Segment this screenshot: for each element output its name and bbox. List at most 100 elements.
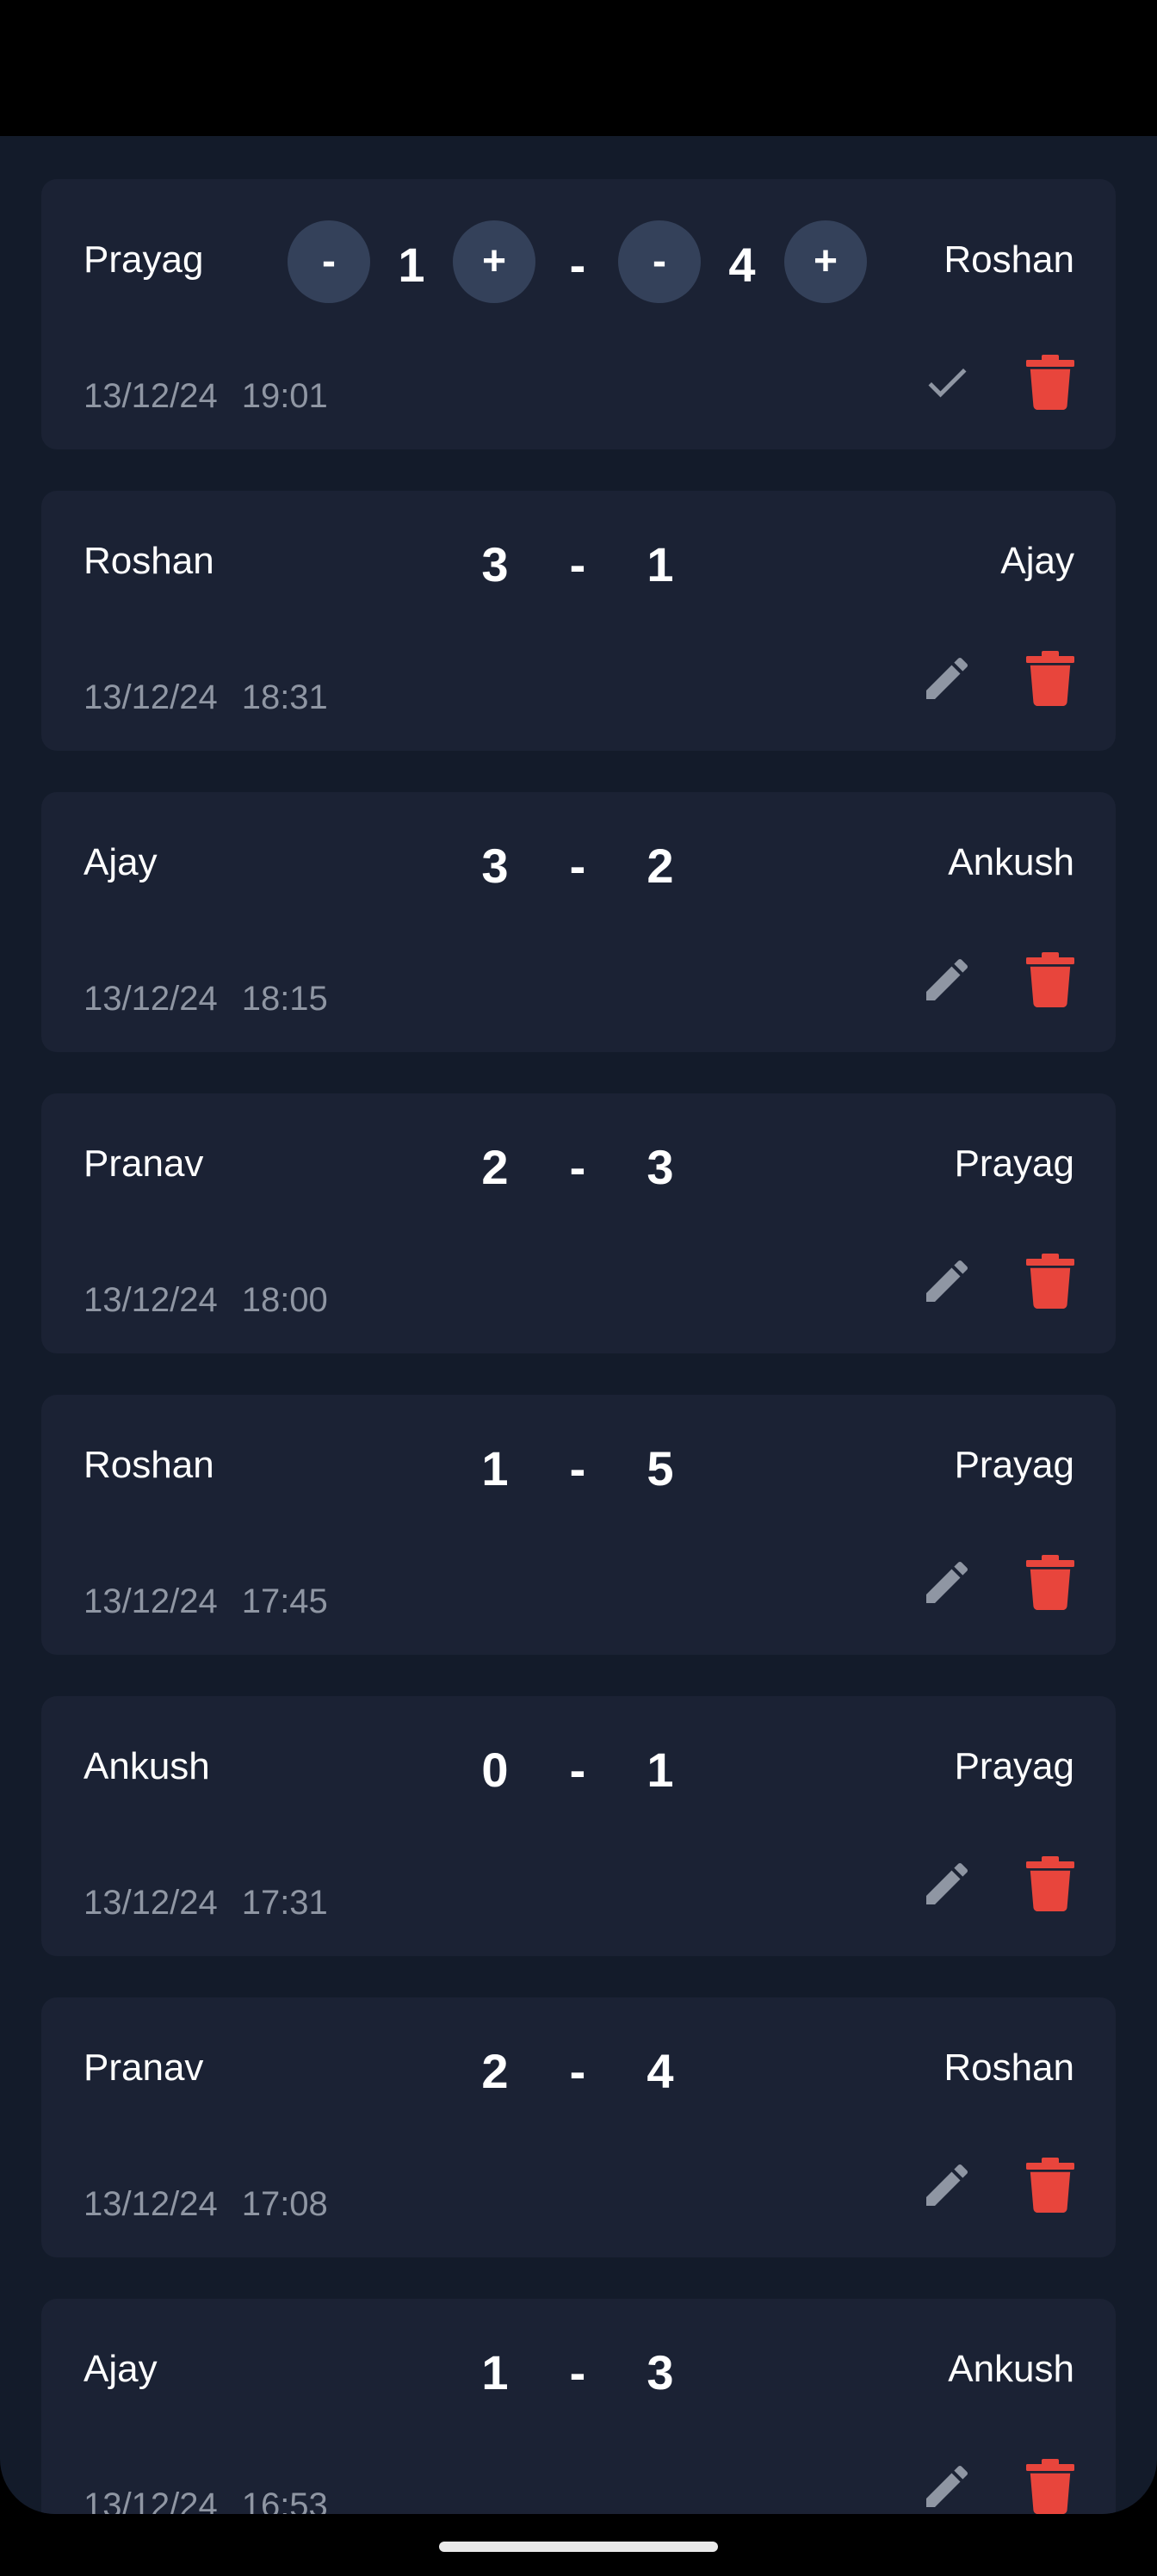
edit-match-button[interactable] [916,1853,978,1915]
player-left-name: Ajay [84,2348,158,2390]
trash-icon [1026,1856,1074,1911]
match-time: 16:53 [241,2486,328,2514]
match-time: 19:01 [241,377,328,415]
score-right: 2 [647,839,674,893]
player-left-name: Ajay [84,841,158,883]
match-card: Ankush 0 - 1 Prayag 13/12/24 17:31 [41,1696,1116,1956]
score-left: 1 [481,1441,509,1495]
match-date: 13/12/24 [84,1884,218,1922]
edit-match-button[interactable] [916,2455,978,2514]
score-left: 2 [481,1140,509,1194]
pencil-icon [926,1260,968,1302]
delete-match-button[interactable] [1019,2455,1081,2514]
pencil-icon [926,1862,968,1904]
score-left: 1 [481,2345,509,2400]
match-date: 13/12/24 [84,678,218,716]
match-card: Pranav 2 - 4 Roshan 13/12/24 17:08 [41,1997,1116,2257]
edit-match-button[interactable] [916,1250,978,1312]
match-datetime: 13/12/24 19:01 [84,379,352,413]
match-date: 13/12/24 [84,980,218,1018]
score-separator: - [569,2345,586,2400]
increment-right-score-button[interactable]: + [784,220,867,303]
score-separator: - [569,1441,586,1495]
match-history-screen: Prayag - 1 + - - 4 + Roshan 13/12/24 19:0… [0,136,1157,2514]
edit-match-button[interactable] [916,1551,978,1613]
score-separator: - [569,537,586,591]
decrement-right-score-button[interactable]: - [618,220,701,303]
match-datetime: 13/12/24 18:15 [84,981,352,1016]
trash-icon [1026,2158,1074,2213]
delete-match-button[interactable] [1019,949,1081,1011]
player-right-name: Roshan [944,238,1074,281]
edit-match-button[interactable] [916,2154,978,2216]
confirm-edit-button[interactable] [916,351,978,413]
match-card: Roshan 1 - 5 Prayag 13/12/24 17:45 [41,1395,1116,1655]
score-left: 0 [481,1743,509,1797]
match-date: 13/12/24 [84,2185,218,2223]
score-separator: - [569,839,586,893]
match-card-editing: Prayag - 1 + - - 4 + Roshan 13/12/24 19:0… [41,179,1116,449]
player-right-name: Ajay [1000,540,1074,582]
player-left-name: Roshan [84,540,214,582]
match-time: 17:45 [241,1582,328,1620]
player-right-name: Ankush [948,841,1074,883]
score-separator: - [569,238,586,292]
delete-match-button[interactable] [1019,647,1081,709]
trash-icon [1026,1555,1074,1610]
match-time: 18:31 [241,678,328,716]
match-date: 13/12/24 [84,1281,218,1319]
increment-left-score-button[interactable]: + [453,220,535,303]
player-left-name: Roshan [84,1444,214,1486]
home-indicator[interactable] [439,2542,718,2552]
player-right-name: Prayag [954,1142,1074,1185]
match-card: Ajay 3 - 2 Ankush 13/12/24 18:15 [41,792,1116,1052]
score-left: 1 [398,238,425,292]
trash-icon [1026,2459,1074,2514]
match-datetime: 13/12/24 17:31 [84,1886,352,1920]
trash-icon [1026,952,1074,1007]
pencil-icon [926,657,968,699]
pencil-icon [926,1561,968,1603]
match-time: 18:15 [241,980,328,1018]
score-right: 4 [728,238,756,292]
score-right: 4 [647,2044,674,2098]
delete-match-button[interactable] [1019,351,1081,413]
player-right-name: Roshan [944,2047,1074,2089]
delete-match-button[interactable] [1019,1853,1081,1915]
match-date: 13/12/24 [84,377,218,415]
score-separator: - [569,1743,586,1797]
player-right-name: Ankush [948,2348,1074,2390]
player-left-name: Ankush [84,1745,210,1787]
match-date: 13/12/24 [84,2486,218,2514]
match-datetime: 13/12/24 18:00 [84,1283,352,1317]
delete-match-button[interactable] [1019,1250,1081,1312]
delete-match-button[interactable] [1019,2154,1081,2216]
player-left-name: Prayag [84,238,204,281]
trash-icon [1026,355,1074,410]
match-datetime: 13/12/24 17:45 [84,1584,352,1619]
match-card: Ajay 1 - 3 Ankush 13/12/24 16:53 [41,2299,1116,2514]
score-left: 3 [481,537,509,591]
status-bar [0,0,1157,136]
pencil-icon [926,2465,968,2507]
edit-match-button[interactable] [916,949,978,1011]
match-list: Prayag - 1 + - - 4 + Roshan 13/12/24 19:0… [41,179,1116,2514]
score-separator: - [569,2044,586,2098]
score-left: 2 [481,2044,509,2098]
match-card: Pranav 2 - 3 Prayag 13/12/24 18:00 [41,1093,1116,1353]
match-datetime: 13/12/24 18:31 [84,680,352,715]
past-matches: Roshan 3 - 1 Ajay 13/12/24 18:31 Ajay 3 -… [41,491,1116,2514]
match-datetime: 13/12/24 16:53 [84,2488,352,2514]
decrement-left-score-button[interactable]: - [288,220,370,303]
trash-icon [1026,651,1074,706]
score-right: 5 [647,1441,674,1495]
delete-match-button[interactable] [1019,1551,1081,1613]
player-left-name: Pranav [84,2047,204,2089]
score-left: 3 [481,839,509,893]
edit-match-button[interactable] [916,647,978,709]
pencil-icon [926,2164,968,2206]
player-left-name: Pranav [84,1142,204,1185]
score-right: 1 [647,1743,674,1797]
check-icon [928,368,967,398]
score-right: 1 [647,537,674,591]
